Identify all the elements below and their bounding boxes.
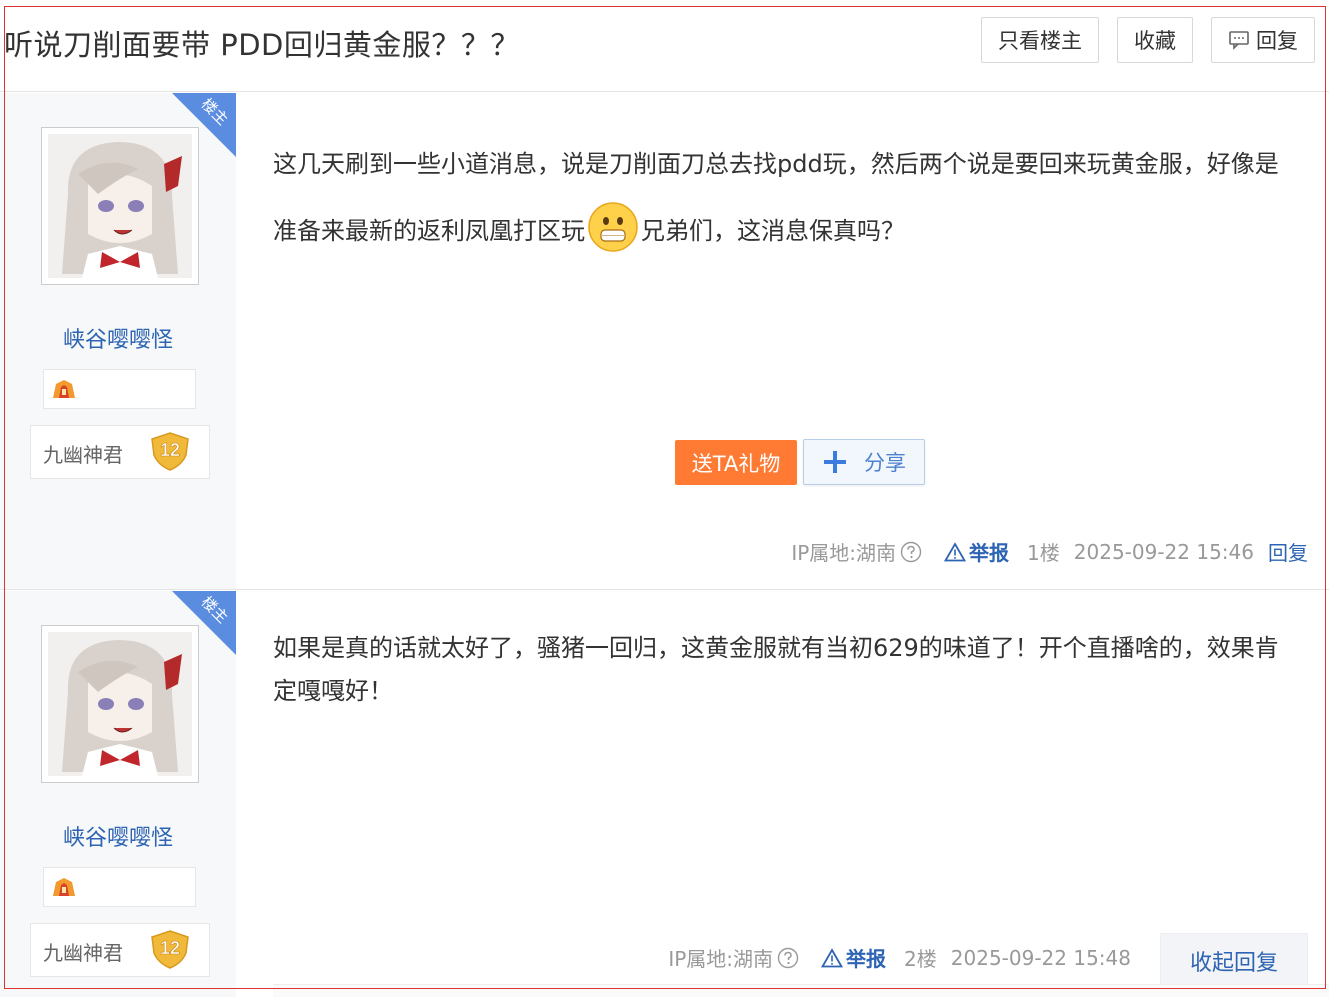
- reply-button[interactable]: 回复: [1211, 17, 1315, 63]
- report-label: 举报: [969, 541, 1010, 565]
- op-corner-badge: 楼主: [172, 591, 236, 655]
- ip-location: IP属地:湖南: [668, 947, 774, 971]
- level-title: 九幽神君: [43, 443, 123, 467]
- share-label: 分享: [864, 451, 906, 475]
- level-shield-icon: 12: [151, 432, 189, 471]
- question-icon[interactable]: [900, 541, 922, 563]
- author-sidebar: 楼主 峡谷嘤嘤怪 九幽神君 12: [0, 591, 236, 997]
- thread-title: 听说刀削面要带 PDD回归黄金服？？？: [4, 28, 520, 62]
- warning-icon: [821, 947, 844, 967]
- comment-icon: [1229, 31, 1249, 50]
- level-box[interactable]: 九幽神君 12: [30, 923, 210, 977]
- collapse-replies-button[interactable]: 收起回复: [1160, 933, 1308, 989]
- author-name[interactable]: 峡谷嘤嘤怪: [0, 322, 236, 354]
- post-content: 这几天刷到一些小道消息，说是刀削面刀总去找pdd玩，然后两个说是要回来玩黄金服，…: [273, 131, 1283, 265]
- ip-location: IP属地:湖南: [791, 541, 897, 565]
- post-time: 2025-09-22 15:48: [950, 945, 1131, 970]
- level-shield-icon: 12: [151, 930, 189, 969]
- floor-number: 1楼: [1027, 541, 1060, 565]
- level-number: 12: [160, 938, 180, 958]
- thread-header: 听说刀削面要带 PDD回归黄金服？？？ 只看楼主 收藏 回复: [0, 0, 1329, 92]
- share-plus-icon: [824, 451, 846, 473]
- level-title: 九幽神君: [43, 941, 123, 965]
- reply-link[interactable]: 回复: [1268, 537, 1308, 566]
- send-gift-button[interactable]: 送TA礼物: [675, 440, 797, 485]
- warning-icon: [944, 541, 967, 561]
- author-name[interactable]: 峡谷嘤嘤怪: [0, 820, 236, 852]
- report-link[interactable]: 举报: [944, 537, 1009, 566]
- report-link[interactable]: 举报: [821, 943, 886, 972]
- author-sidebar: 楼主 峡谷嘤嘤怪 九幽神君 12: [0, 93, 236, 589]
- scared-face-emoji-icon: [588, 202, 638, 252]
- fan-medal-icon: [53, 878, 75, 896]
- op-corner-badge: 楼主: [172, 93, 236, 157]
- fan-medal-icon: [53, 380, 75, 398]
- question-icon[interactable]: [777, 947, 799, 969]
- reply-area-edge: [273, 984, 1329, 997]
- post-meta: IP属地:湖南 举报 1楼 2025-09-22 15:46 回复: [791, 537, 1308, 566]
- report-label: 举报: [846, 947, 887, 971]
- only-op-button[interactable]: 只看楼主: [981, 17, 1099, 63]
- share-button[interactable]: 分享: [803, 439, 925, 485]
- post-floor-2: 楼主 峡谷嘤嘤怪 九幽神君 12 如果是真的话就太好了，骚猪一回归，这黄金服就有…: [0, 591, 1329, 997]
- post-text-part2: 兄弟们，这消息保真吗？: [641, 217, 905, 245]
- avatar-anime-girl-image: [48, 632, 192, 776]
- post-time: 2025-09-22 15:46: [1073, 539, 1254, 564]
- favorite-button[interactable]: 收藏: [1117, 17, 1193, 63]
- post-floor-1: 楼主 峡谷嘤嘤怪 九幽神君 12 这几天刷到一些小道消息，说是刀削面刀总去找pd…: [0, 93, 1329, 590]
- level-box[interactable]: 九幽神君 12: [30, 425, 210, 479]
- post-meta: IP属地:湖南 举报 2楼 2025-09-22 15:48: [668, 943, 1145, 972]
- medal-box: [43, 369, 196, 409]
- post-content: 如果是真的话就太好了，骚猪一回归，这黄金服就有当初629的味道了！开个直播啥的，…: [273, 634, 1279, 705]
- floor-number: 2楼: [904, 947, 937, 971]
- avatar-anime-girl-image: [48, 134, 192, 278]
- medal-box: [43, 867, 196, 907]
- level-number: 12: [160, 440, 180, 460]
- reply-button-label: 回复: [1256, 29, 1298, 53]
